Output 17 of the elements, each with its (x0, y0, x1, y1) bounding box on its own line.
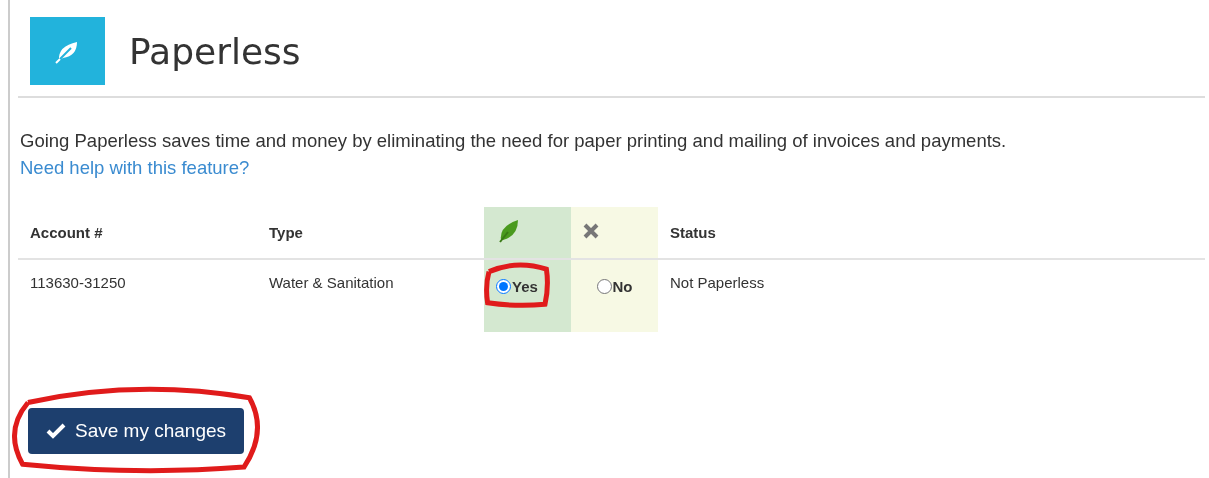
leaf-icon (30, 17, 105, 85)
column-header: Type (269, 224, 303, 241)
intro-text: Going Paperless saves time and money by eliminating the need for paper printing and mailing of invoices and payments. Need help with this feature? (20, 129, 1008, 180)
table-cell: Water & Sanitation (269, 274, 394, 291)
column-header: Status (670, 224, 716, 241)
radio-button[interactable] (596, 279, 612, 294)
column-header: Account # (30, 224, 103, 241)
page-title: Paperless (129, 30, 301, 72)
radio-option[interactable]: No (596, 278, 633, 295)
save-button[interactable]: Save my changes (28, 408, 245, 454)
table-cell: Not Paperless (670, 274, 765, 291)
leaf-icon (496, 218, 520, 244)
radio-button[interactable] (496, 279, 511, 294)
help-link[interactable]: Need help with this feature? (20, 157, 250, 178)
table-cell: 113630-31250 (30, 274, 126, 291)
checkmark-icon (46, 423, 66, 439)
close-icon (583, 223, 599, 239)
